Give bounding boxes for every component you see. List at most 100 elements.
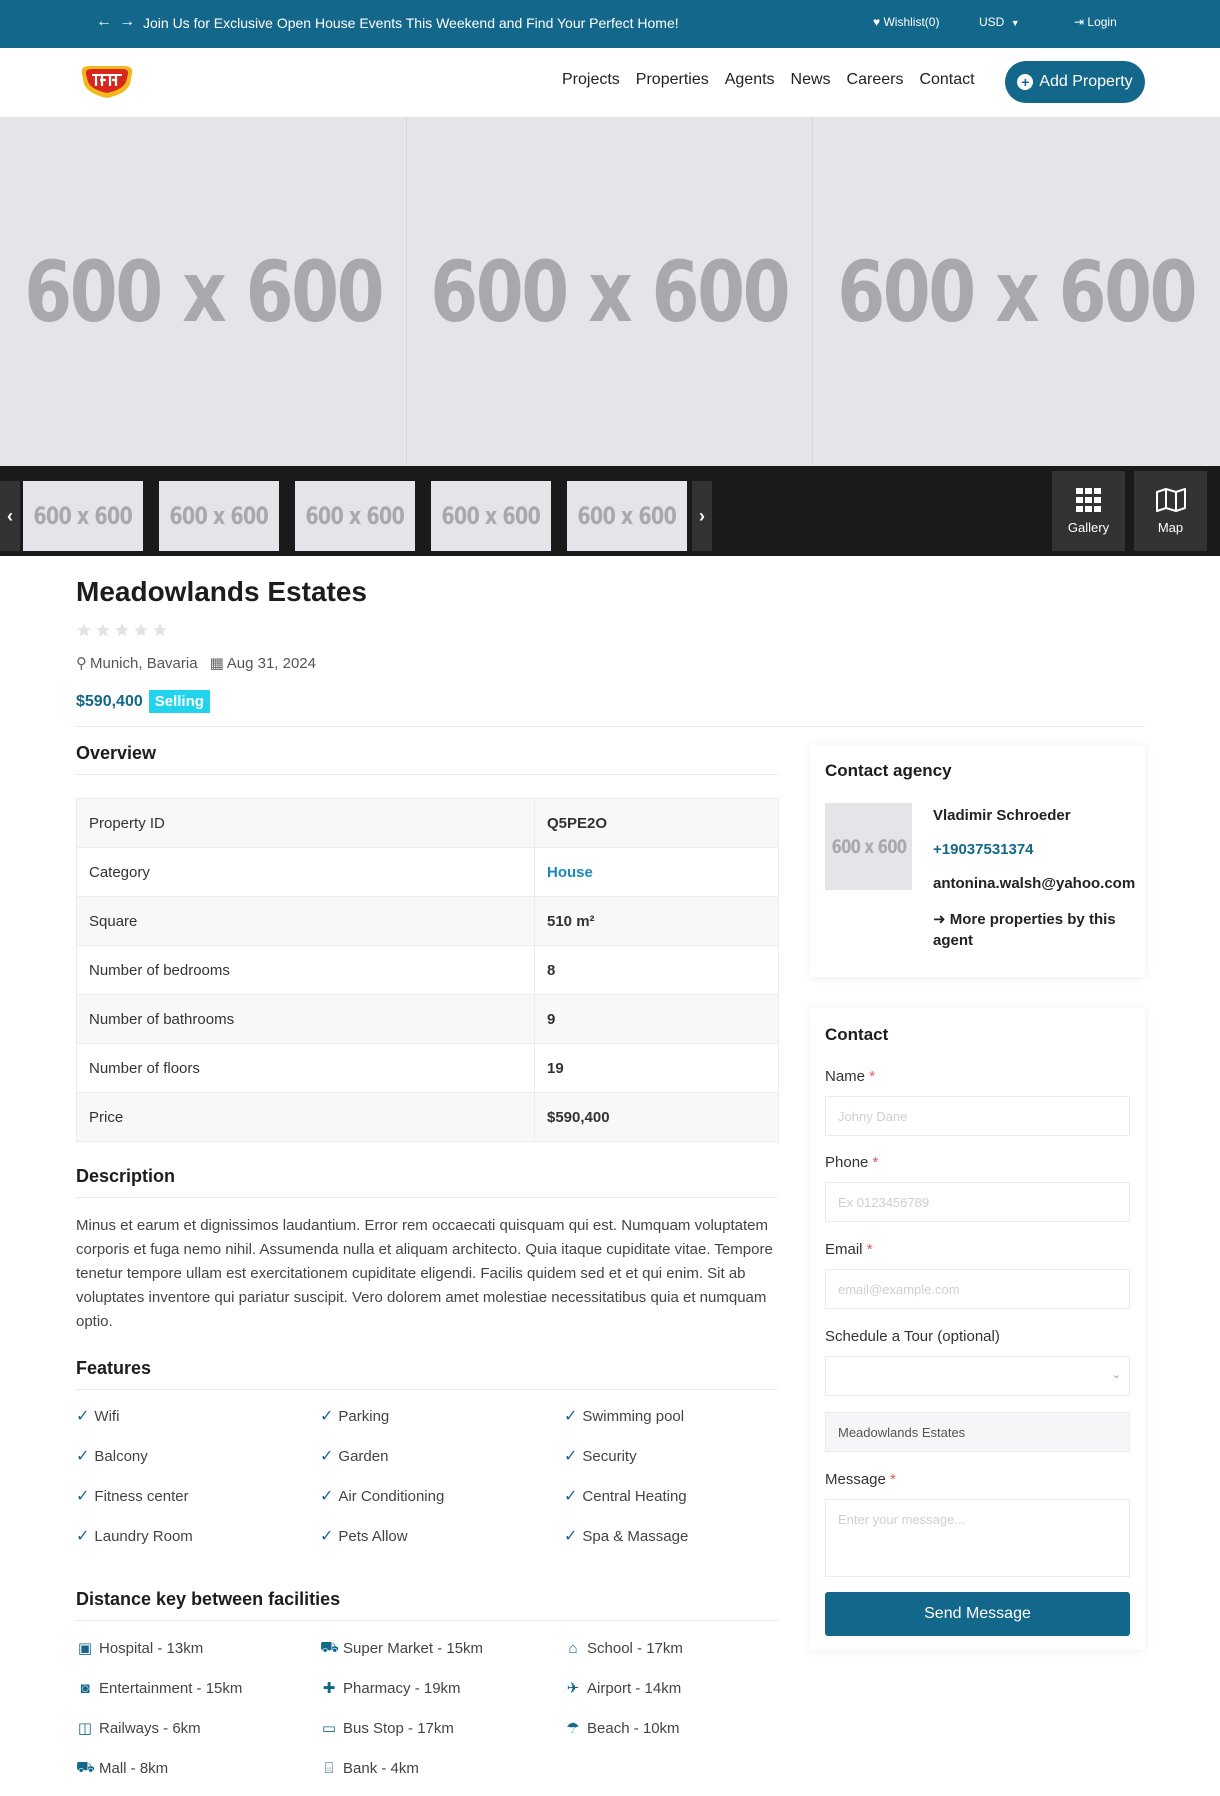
map-button[interactable]: Map [1134, 471, 1207, 551]
facility-item: ◫ Railways - 6km [76, 1708, 320, 1748]
calendar-icon: ▦ [209, 655, 224, 672]
message-textarea[interactable] [825, 1499, 1130, 1577]
chevron-down-icon: ⌄ [1111, 1369, 1121, 1381]
check-icon: ✓ [564, 1408, 578, 1425]
label-text: Message [825, 1471, 886, 1488]
star-icon [115, 623, 129, 637]
agent-photo[interactable]: 600 x 600 [825, 803, 912, 890]
school-icon: ⌂ [568, 1639, 578, 1657]
row-label: Category [76, 847, 535, 897]
more-properties-label: More properties by this agent [933, 911, 1116, 949]
announcement-bar: ← → Join Us for Exclusive Open House Eve… [0, 0, 1220, 48]
feature-label: Air Conditioning [338, 1487, 445, 1505]
property-title: Meadowlands Estates [76, 576, 367, 607]
facility-label: Pharmacy - 19km [343, 1679, 461, 1697]
agent-phone-link[interactable]: +19037531374 [933, 841, 1034, 858]
send-message-button[interactable]: Send Message [825, 1592, 1130, 1636]
nav-contact[interactable]: Contact [919, 71, 974, 89]
hero-image[interactable]: 600 x 600 [0, 117, 407, 466]
hero-image[interactable]: 600 x 600 [406, 117, 814, 466]
placeholder-text: 600 x 600 [577, 502, 678, 530]
thumbs-prev-button[interactable]: ‹ [0, 481, 20, 551]
arrow-right-icon[interactable]: → [119, 14, 135, 30]
row-value: Q5PE2O [534, 798, 779, 848]
category-link[interactable]: House [534, 847, 779, 897]
placeholder-text: 600 x 600 [23, 242, 384, 341]
divider [76, 726, 1145, 727]
facility-item: ✚ Pharmacy - 19km [320, 1668, 564, 1708]
add-property-button[interactable]: + Add Property [1005, 61, 1145, 103]
thumbnail[interactable]: 600 x 600 [431, 481, 551, 551]
phone-input[interactable] [825, 1182, 1130, 1222]
chevron-right-icon: › [699, 505, 705, 526]
nav-properties[interactable]: Properties [636, 71, 709, 89]
currency-dropdown[interactable]: USD ▼ [979, 15, 1020, 29]
facility-label: School - 17km [587, 1639, 683, 1657]
row-value: $590,400 [534, 1092, 779, 1142]
tour-select[interactable]: ⌄ [825, 1356, 1130, 1396]
feature-label: Spa & Massage [582, 1527, 689, 1545]
property-price: $590,400 [76, 692, 143, 710]
feature-label: Laundry Room [94, 1527, 193, 1545]
facility-label: Bus Stop - 17km [343, 1719, 454, 1737]
nav-projects[interactable]: Projects [562, 71, 620, 89]
contact-agency-heading: Contact agency [825, 761, 952, 780]
placeholder-text: 600 x 600 [33, 502, 134, 530]
name-input[interactable] [825, 1096, 1130, 1136]
nav-news[interactable]: News [791, 71, 831, 89]
features-list: ✓ Wifi ✓ Parking ✓ Swimming pool ✓ Balcony ✓… [76, 1396, 796, 1556]
thumbs-next-button[interactable]: › [692, 481, 712, 551]
row-label: Number of bathrooms [76, 994, 535, 1044]
description-heading: Description [76, 1166, 176, 1186]
main-nav: Projects Properties Agents News Careers … [562, 71, 975, 89]
agent-name[interactable]: Vladimir Schroeder [933, 807, 1071, 824]
feature-label: Garden [338, 1447, 389, 1465]
feature-item: ✓ Air Conditioning [320, 1476, 564, 1516]
email-label: Email * [825, 1241, 873, 1258]
umbrella-beach-icon: ☂ [566, 1720, 580, 1737]
facility-label: Entertainment - 15km [99, 1679, 243, 1697]
placeholder-text: 600 x 600 [305, 502, 406, 530]
map-marker-icon: ⚲ [76, 655, 87, 672]
agent-email[interactable]: antonina.walsh@yahoo.com [933, 875, 1135, 892]
facility-label: Railways - 6km [99, 1719, 201, 1737]
placeholder-text: 600 x 600 [441, 502, 542, 530]
thumbnail[interactable]: 600 x 600 [159, 481, 279, 551]
row-value: 9 [534, 994, 779, 1044]
thumbnail[interactable]: 600 x 600 [567, 481, 687, 551]
feature-item: ✓ Central Heating [564, 1476, 796, 1516]
map-icon [1155, 487, 1186, 512]
site-logo[interactable] [76, 60, 138, 102]
arrow-left-icon[interactable]: ← [96, 14, 112, 30]
announcement-text[interactable]: Join Us for Exclusive Open House Events … [143, 15, 679, 31]
overview-table: Property ID Q5PE2O Category House Square 51… [76, 798, 779, 1142]
facility-label: Bank - 4km [343, 1759, 419, 1777]
facilities-list: ▣ Hospital - 13km ⛟ Super Market - 15km ⌂ S… [76, 1628, 796, 1788]
divider [76, 774, 779, 775]
facilities-heading: Distance key between facilities [76, 1589, 341, 1609]
facility-item: ▣ Hospital - 13km [76, 1628, 320, 1668]
thumbnail[interactable]: 600 x 600 [23, 481, 143, 551]
cart-icon: ⛟ [320, 1638, 339, 1656]
placeholder-text: 600 x 600 [831, 835, 907, 858]
map-label: Map [1157, 519, 1184, 535]
login-link[interactable]: ⇥ Login [1074, 15, 1117, 29]
more-properties-link[interactable]: ➜ More properties by this agent [933, 909, 1138, 951]
hospital-icon: ▣ [77, 1640, 93, 1657]
feature-item: ✓ Balcony [76, 1436, 320, 1476]
facility-item: ◙ Entertainment - 15km [76, 1668, 320, 1708]
placeholder-text: 600 x 600 [837, 242, 1198, 341]
location-text: Munich, Bavaria [90, 655, 198, 672]
wishlist-link[interactable]: ♥ Wishlist(0) [873, 15, 939, 29]
hero-image[interactable]: 600 x 600 [813, 117, 1220, 466]
features-heading: Features [76, 1358, 152, 1378]
row-value: 510 m² [534, 896, 779, 946]
email-input[interactable] [825, 1269, 1130, 1309]
required-mark: * [890, 1471, 896, 1488]
thumbnail[interactable]: 600 x 600 [295, 481, 415, 551]
star-icon [96, 623, 110, 637]
nav-agents[interactable]: Agents [725, 71, 775, 89]
nav-careers[interactable]: Careers [847, 71, 904, 89]
date: ▦ Aug 31, 2024 [210, 654, 316, 672]
gallery-button[interactable]: Gallery [1052, 471, 1125, 551]
